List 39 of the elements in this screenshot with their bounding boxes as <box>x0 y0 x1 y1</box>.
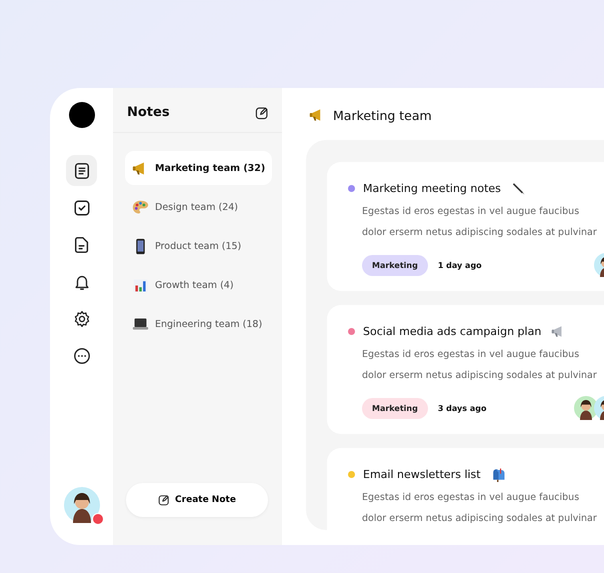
chat-icon <box>72 346 90 364</box>
document-icon <box>72 236 90 254</box>
mailbox-icon <box>490 467 506 482</box>
notes-nav-button[interactable] <box>66 155 97 186</box>
team-item[interactable]: Engineering team (18) <box>125 307 272 341</box>
team-item[interactable]: Product team (15) <box>125 229 272 263</box>
create-note-button[interactable]: Create Note <box>126 483 268 517</box>
note-text: Egestas id eros egestas in vel augue faucibus <box>362 491 580 505</box>
edit-icon <box>158 494 170 506</box>
tag: Marketing <box>362 398 428 418</box>
note-card[interactable]: Email newsletters list Egestas id eros egestas in vel augue faucibus dolor erserm netus adipiscing sodales at pulvinar <box>327 448 604 530</box>
checkbox-icon <box>72 198 90 216</box>
tag: Marketing <box>362 254 428 276</box>
time-ago: 3 days ago <box>438 404 486 412</box>
note-text: Egestas id eros egestas in vel augue faucibus <box>362 348 580 362</box>
settings-icon <box>72 310 90 328</box>
note-title: Email newsletters list <box>363 468 481 481</box>
note-text: dolor erserm netus adipiscing sodales at pulvinar <box>362 512 597 526</box>
note-text: Egestas id eros egestas in vel augue faucibus <box>362 205 580 219</box>
note-title: Marketing meeting notes <box>363 182 501 195</box>
bar-chart-icon <box>132 276 149 294</box>
note-text: dolor erserm netus adipiscing sodales at pulvinar <box>362 369 597 383</box>
panel-title: Notes <box>127 105 170 120</box>
notes-icon <box>72 162 90 180</box>
note-card[interactable]: Marketing meeting notes Egestas id eros egestas in vel augue faucibus dolor erserm netus adipiscing sodales at pulvinar Marketing 1 day ago <box>327 162 604 291</box>
edit-icon[interactable] <box>255 106 269 120</box>
palette-icon <box>132 198 149 216</box>
team-item[interactable]: Marketing team (32) <box>125 151 272 185</box>
time-ago: 1 day ago <box>438 260 482 270</box>
logo[interactable] <box>68 102 94 128</box>
team-item[interactable]: Growth team (4) <box>125 268 272 302</box>
user-avatar[interactable] <box>64 487 100 523</box>
note-text: dolor erserm netus adipiscing sodales at pulvinar <box>362 226 597 240</box>
laptop-icon <box>132 316 149 332</box>
note-card[interactable]: Social media ads campaign plan Egestas id eros egestas in vel augue faucibus dolor erserm netus adipiscing sodales at pulvinar Marketing 3 days ago <box>327 305 604 434</box>
pen-icon <box>510 181 526 196</box>
note-title: Social media ads campaign plan <box>363 325 542 338</box>
page-title: Marketing team <box>333 108 432 122</box>
team-item[interactable]: Design team (24) <box>125 190 272 224</box>
